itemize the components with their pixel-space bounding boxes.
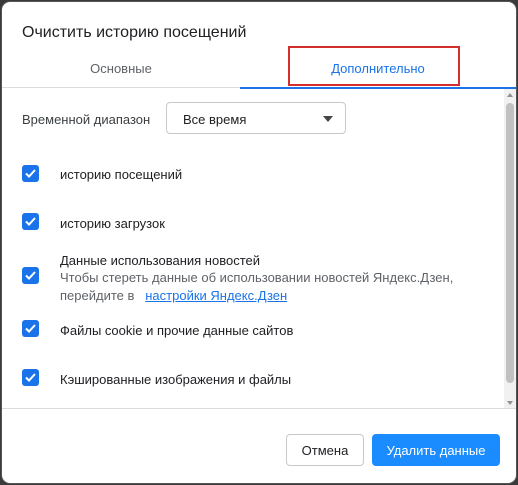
item-label: Данные использования новостей xyxy=(60,253,261,268)
delete-data-button[interactable]: Удалить данные xyxy=(372,434,500,466)
scroll-up-arrow-icon[interactable] xyxy=(507,93,513,97)
checkmark-icon xyxy=(25,373,36,382)
item-label: Файлы cookie и прочие данные сайтов xyxy=(60,323,294,338)
checkmark-icon xyxy=(25,217,36,226)
checkbox-download-history[interactable] xyxy=(22,213,39,230)
checkbox-cache[interactable] xyxy=(22,369,39,386)
list-item-cache: Кэшированные изображения и файлы xyxy=(22,369,502,389)
dropdown-arrow-icon xyxy=(323,116,333,122)
item-description-text: перейдите в xyxy=(60,288,135,303)
item-description: Чтобы стереть данные об использовании но… xyxy=(60,270,454,285)
dialog-title: Очистить историю посещений xyxy=(22,24,247,41)
clear-history-dialog: Очистить историю посещений Основные Допо… xyxy=(2,2,516,483)
tab-advanced[interactable]: Дополнительно xyxy=(240,50,516,89)
settings-content: Временной диапазон Все время историю пос… xyxy=(2,89,516,409)
item-label: историю загрузок xyxy=(60,216,165,231)
item-label: историю посещений xyxy=(60,167,183,182)
checkbox-browsing-history[interactable] xyxy=(22,165,39,182)
checkmark-icon xyxy=(25,324,36,333)
scroll-down-arrow-icon[interactable] xyxy=(507,401,513,405)
tab-bar: Основные Дополнительно xyxy=(2,50,516,89)
item-label: Кэшированные изображения и файлы xyxy=(60,372,292,387)
list-item-download-history: историю загрузок xyxy=(22,213,502,233)
scrollbar[interactable] xyxy=(504,89,516,408)
time-range-value: Все время xyxy=(183,112,247,127)
list-item-cookies: Файлы cookie и прочие данные сайтов xyxy=(22,320,502,340)
list-item-browsing-history: историю посещений xyxy=(22,165,502,185)
time-range-label: Временной диапазон xyxy=(22,112,151,127)
checkmark-icon xyxy=(25,169,36,178)
zen-settings-link[interactable]: настройки Яндекс.Дзен xyxy=(145,288,287,303)
cancel-button[interactable]: Отмена xyxy=(286,434,364,466)
checkbox-cookies[interactable] xyxy=(22,320,39,337)
item-description-line2: перейдите в настройки Яндекс.Дзен xyxy=(60,288,287,303)
tab-basic[interactable]: Основные xyxy=(2,50,240,88)
scroll-thumb[interactable] xyxy=(506,103,514,383)
checkbox-news-data[interactable] xyxy=(22,267,39,284)
list-item-news-data: Данные использования новостей Чтобы стер… xyxy=(22,251,502,307)
checkmark-icon xyxy=(25,271,36,280)
time-range-select[interactable]: Все время xyxy=(166,102,346,134)
